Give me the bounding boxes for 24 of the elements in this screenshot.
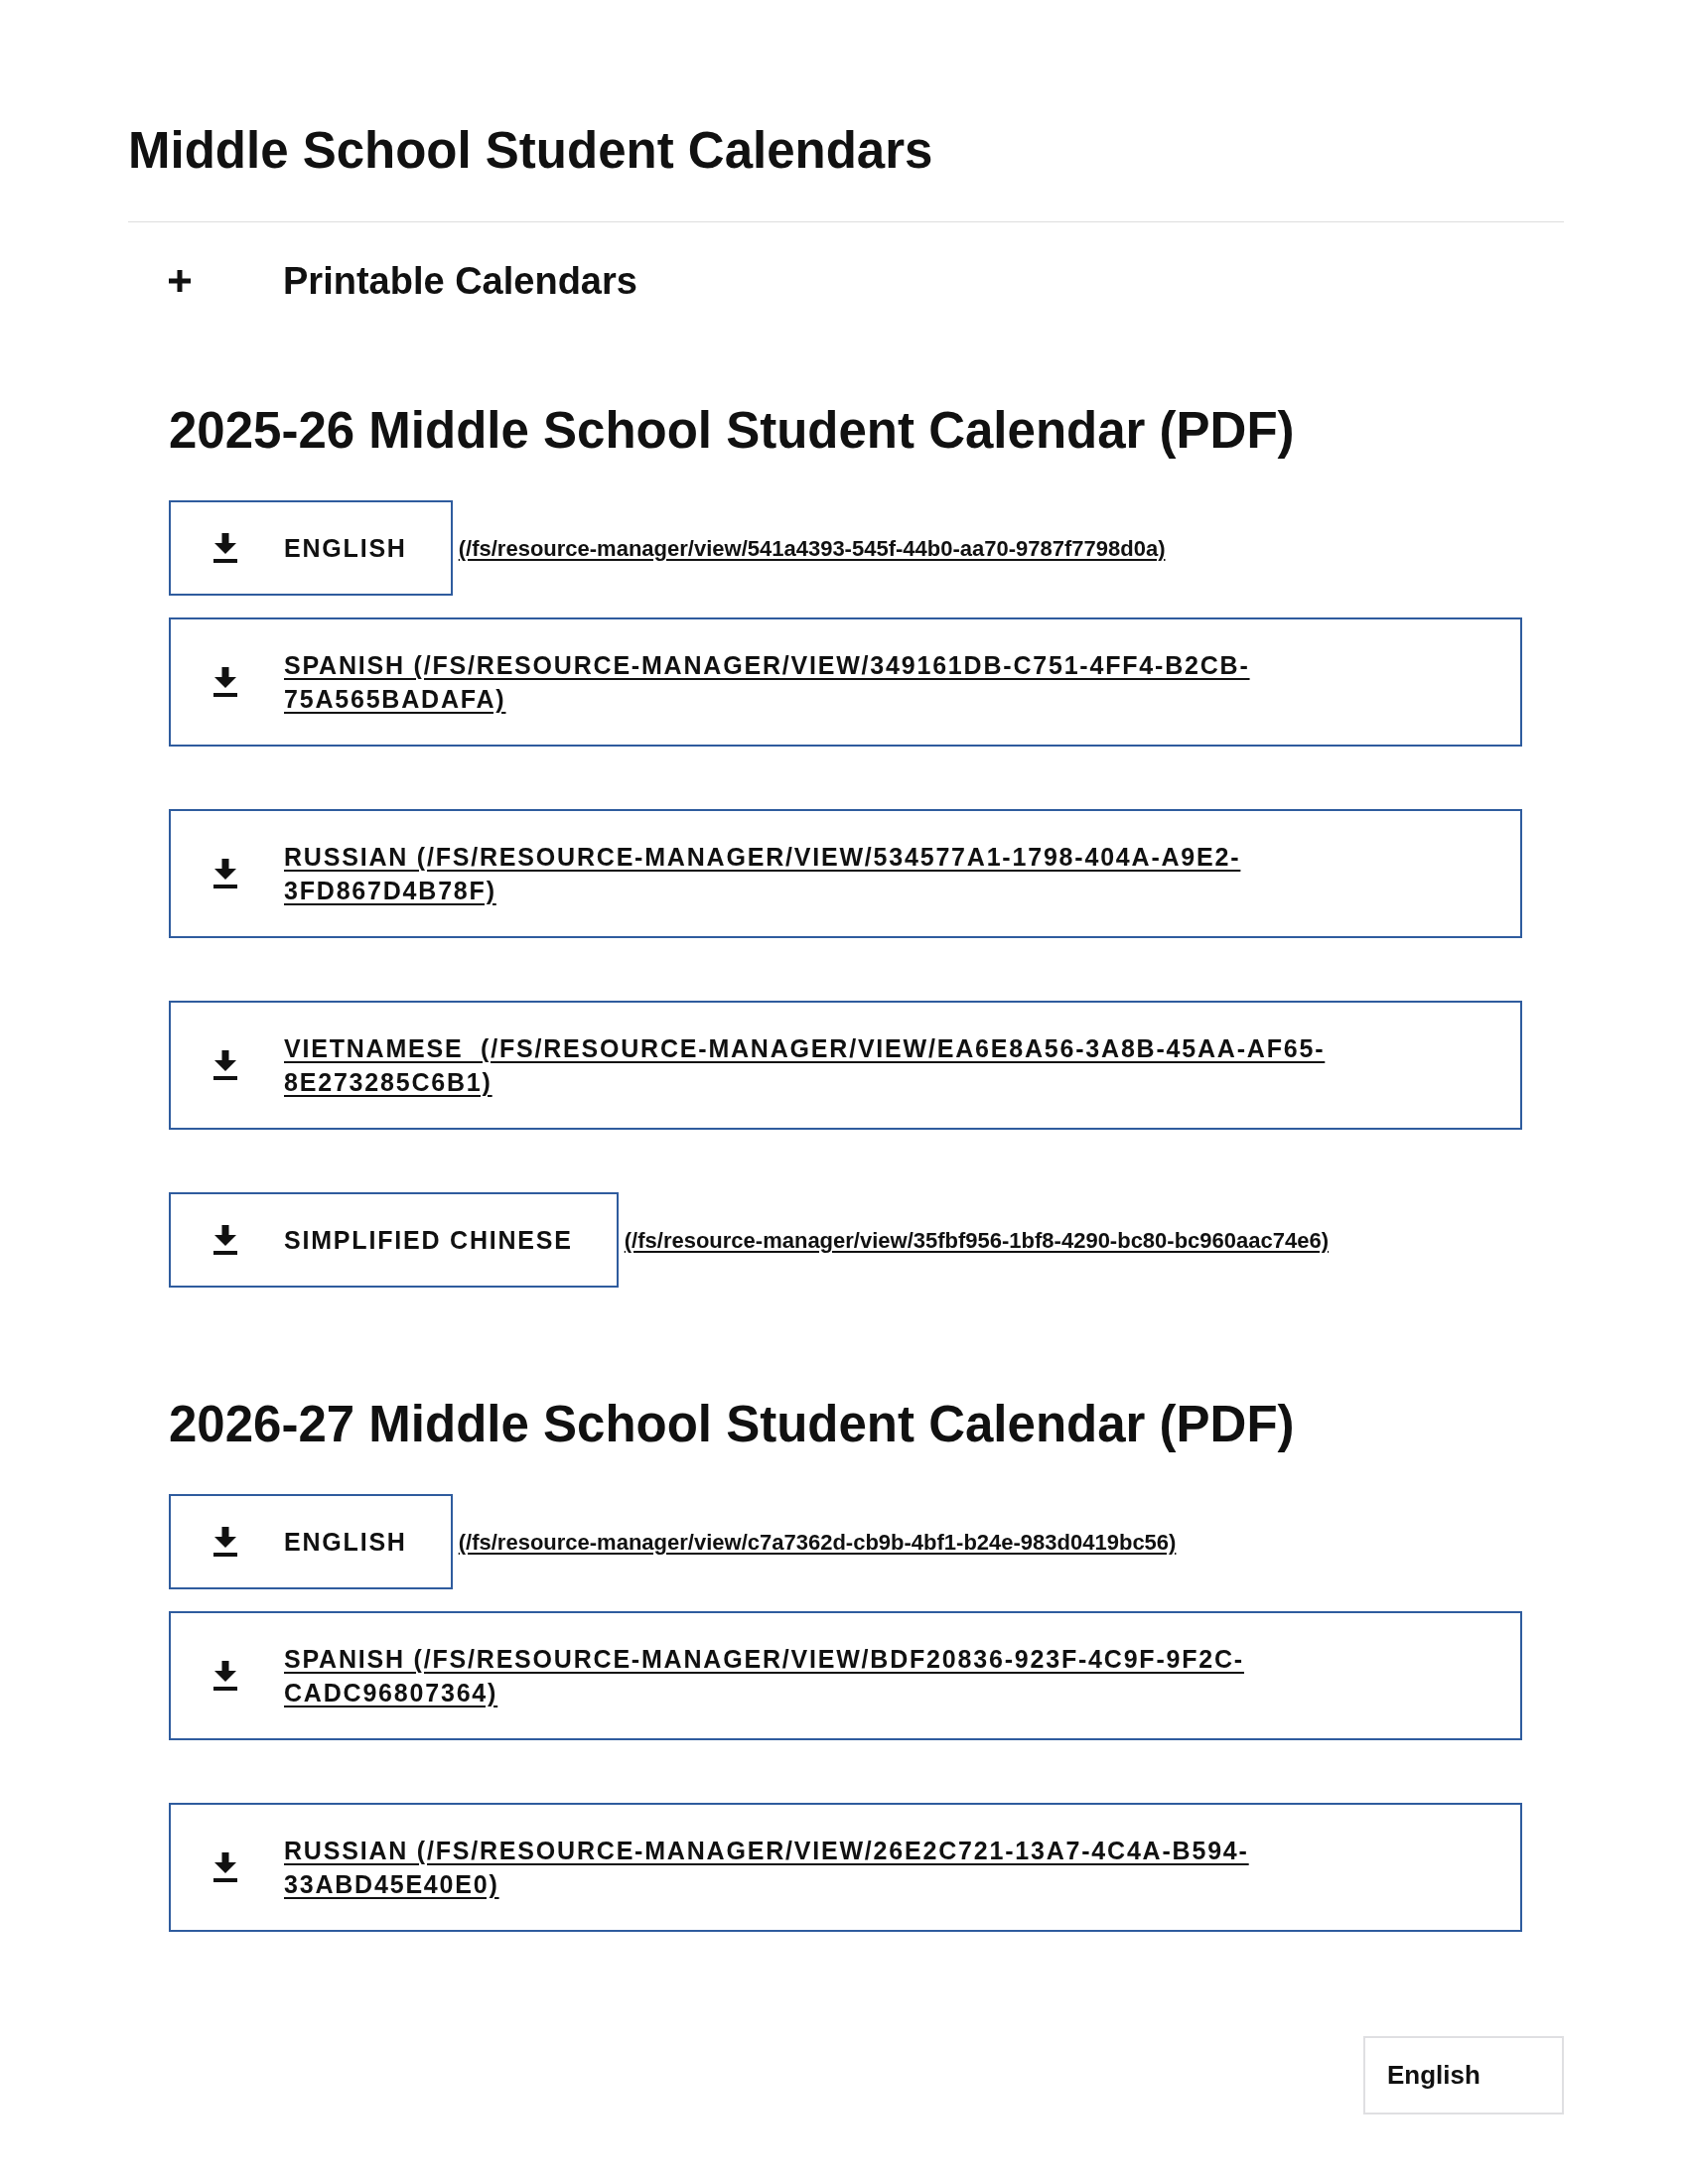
section-heading: 2025-26 Middle School Student Calendar (PDF)	[169, 401, 1296, 461]
download-icon	[212, 859, 238, 888]
download-button[interactable]: ENGLISH	[169, 1494, 453, 1589]
download-link[interactable]: SPANISH (/FS/RESOURCE-MANAGER/VIEW/349161DB-C751-4FF4-B2CB-75A565BADAFA)	[169, 617, 1522, 747]
accordion-toggle[interactable]: Printable Calendars	[169, 259, 637, 303]
page-title: Middle School Student Calendars	[128, 121, 934, 181]
section-heading: 2026-27 Middle School Student Calendar (PDF)	[169, 1395, 1296, 1454]
file-link[interactable]: (/fs/resource-manager/view/c7a7362d-cb9b-4bf1-b24e-983d0419bc56)	[458, 1525, 1177, 1559]
file-link[interactable]: (/fs/resource-manager/view/35fbf956-1bf8-4290-bc80-bc960aac74e6)	[624, 1223, 1330, 1257]
download-button[interactable]: SIMPLIFIED CHINESE	[169, 1192, 619, 1288]
download-link[interactable]: VIETNAMESE (/FS/RESOURCE-MANAGER/VIEW/EA6E8A56-3A8B-45AA-AF65-8E273285C6B1)	[169, 1001, 1522, 1130]
download-icon	[212, 1225, 238, 1255]
download-icon	[212, 1852, 238, 1882]
download-icon	[212, 667, 238, 697]
download-link[interactable]: SPANISH (/FS/RESOURCE-MANAGER/VIEW/BDF20836-923F-4C9F-9F2C-CADC96807364)	[169, 1611, 1522, 1740]
download-button[interactable]: ENGLISH	[169, 500, 453, 596]
download-icon	[212, 533, 238, 563]
file-link[interactable]: (/fs/resource-manager/view/541a4393-545f-44b0-aa70-9787f7798d0a)	[458, 531, 1166, 565]
download-icon	[212, 1527, 238, 1557]
download-link[interactable]: RUSSIAN (/FS/RESOURCE-MANAGER/VIEW/26E2C721-13A7-4C4A-B594-33ABD45E40E0)	[169, 1803, 1522, 1932]
download-icon	[212, 1661, 238, 1691]
language-select[interactable]: English	[1363, 2036, 1564, 2115]
download-link[interactable]: RUSSIAN (/FS/RESOURCE-MANAGER/VIEW/534577A1-1798-404A-A9E2-3FD867D4B78F)	[169, 809, 1522, 938]
download-icon	[212, 1050, 238, 1080]
